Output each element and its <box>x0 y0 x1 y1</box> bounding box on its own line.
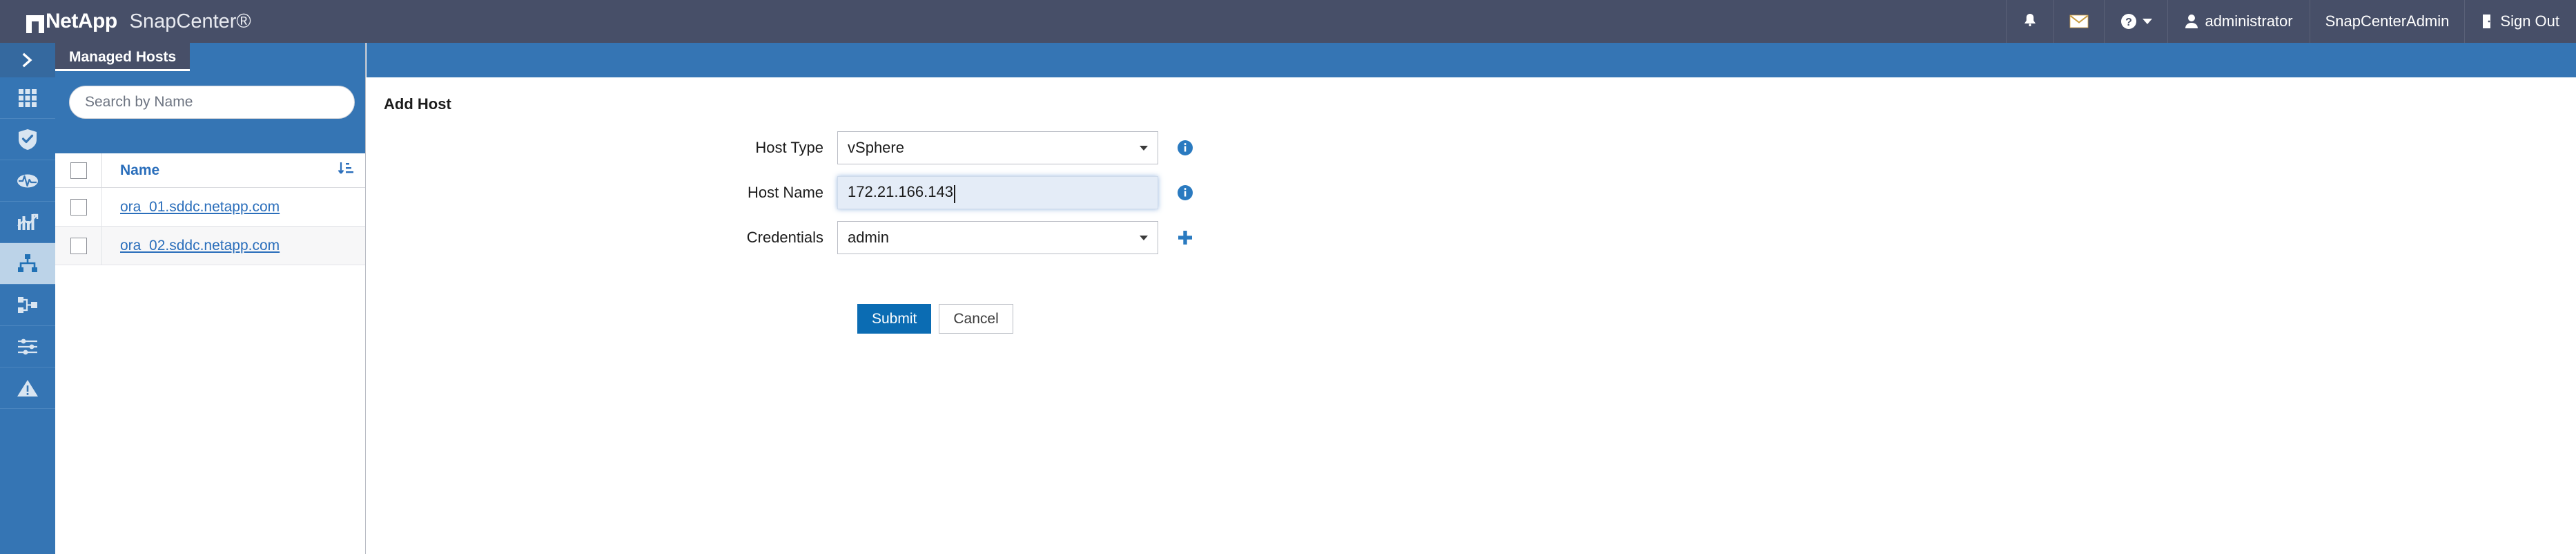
row-checkbox[interactable] <box>70 237 87 254</box>
managed-hosts-table: Name ora_01.sddc.netapp.com ora_02.sddc.… <box>55 153 365 265</box>
top-header: NetApp SnapCenter® ? administrator SnapC… <box>0 0 2576 43</box>
credentials-select[interactable]: admin <box>837 221 1158 254</box>
host-type-row: Host Type vSphere <box>367 131 1195 164</box>
snapcenter-app: NetApp SnapCenter® ? administrator SnapC… <box>0 0 2576 554</box>
host-name-info-icon[interactable] <box>1176 183 1195 202</box>
svg-text:?: ? <box>2126 17 2133 28</box>
managed-hosts-panel: Managed Hosts Name <box>55 43 366 554</box>
sidebar-item-resources[interactable] <box>0 119 55 160</box>
role-label: SnapCenterAdmin <box>2325 12 2450 30</box>
credentials-label: Credentials <box>746 229 824 246</box>
sidebar-item-dashboard[interactable] <box>0 77 55 119</box>
user-icon <box>2185 14 2198 29</box>
help-circle-icon: ? <box>2120 12 2138 30</box>
host-type-label: Host Type <box>755 139 824 156</box>
sort-descending-icon[interactable] <box>338 160 354 180</box>
product-title: SnapCenter® <box>129 10 251 32</box>
row-select-cell[interactable] <box>55 227 102 265</box>
chevron-right-icon <box>19 51 37 69</box>
shield-check-icon <box>17 128 38 151</box>
host-type-value: vSphere <box>848 139 904 156</box>
sidebar-item-storage-systems[interactable] <box>0 285 55 326</box>
sidebar-item-settings[interactable] <box>0 326 55 367</box>
add-host-form: Host Type vSphere Host Name 172.21.166.1 <box>367 131 1195 266</box>
messages-button[interactable] <box>2053 0 2104 43</box>
host-type-info-icon[interactable] <box>1176 138 1195 157</box>
signout-label: Sign Out <box>2500 12 2559 30</box>
tab-strip: Managed Hosts <box>55 43 191 71</box>
user-menu[interactable]: administrator <box>2167 0 2309 43</box>
notifications-button[interactable] <box>2006 0 2053 43</box>
chevron-down-icon <box>1139 145 1148 151</box>
bar-chart-icon <box>17 212 39 233</box>
username-label: administrator <box>2205 12 2293 30</box>
host-name-label: Host Name <box>747 184 824 201</box>
host-name-row: Host Name 172.21.166.143 <box>367 176 1195 209</box>
cancel-button[interactable]: Cancel <box>939 304 1013 334</box>
table-row[interactable]: ora_01.sddc.netapp.com <box>55 188 365 227</box>
sidebar-item-monitor[interactable] <box>0 160 55 202</box>
host-type-select[interactable]: vSphere <box>837 131 1158 164</box>
host-name-value: 172.21.166.143 <box>848 183 953 201</box>
sidebar-rail <box>0 43 55 554</box>
row-checkbox[interactable] <box>70 198 87 216</box>
search-container <box>69 86 355 119</box>
bell-icon <box>2022 12 2038 30</box>
signout-icon <box>2481 14 2494 29</box>
name-column-header[interactable]: Name <box>102 153 365 187</box>
nodes-icon <box>17 296 39 315</box>
host-link[interactable]: ora_01.sddc.netapp.com <box>102 199 280 216</box>
brand-logo[interactable]: NetApp SnapCenter® <box>0 0 251 43</box>
host-name-input[interactable]: 172.21.166.143 <box>837 176 1158 209</box>
search-input[interactable] <box>69 86 355 119</box>
table-header-row: Name <box>55 153 365 188</box>
sidebar-item-alerts[interactable] <box>0 367 55 409</box>
header-actions: ? administrator SnapCenterAdmin Sign Out <box>2006 0 2576 43</box>
chevron-down-icon <box>2143 19 2153 24</box>
hierarchy-icon <box>17 254 39 274</box>
chevron-down-icon <box>1139 235 1148 240</box>
text-caret <box>953 184 955 203</box>
select-all-checkbox[interactable] <box>70 162 87 179</box>
column-header-label: Name <box>120 162 160 178</box>
warning-triangle-icon <box>17 379 39 398</box>
sidebar-item-reports[interactable] <box>0 202 55 243</box>
mail-icon <box>2069 14 2089 29</box>
netapp-logo-icon <box>26 15 44 33</box>
pulse-icon <box>17 171 39 191</box>
page-title: Add Host <box>384 95 451 113</box>
add-host-panel: Add Host Host Type vSphere Host Name 172… <box>367 77 2576 554</box>
add-credential-button[interactable] <box>1176 228 1195 247</box>
table-row[interactable]: ora_02.sddc.netapp.com <box>55 227 365 265</box>
help-button[interactable]: ? <box>2104 0 2167 43</box>
host-link[interactable]: ora_02.sddc.netapp.com <box>102 238 280 254</box>
credentials-value: admin <box>848 229 889 246</box>
main-header-bar <box>367 43 2576 77</box>
tab-managed-hosts[interactable]: Managed Hosts <box>55 43 191 71</box>
credentials-row: Credentials admin <box>367 221 1195 254</box>
sliders-icon <box>17 338 39 356</box>
brand-name: NetApp <box>46 10 117 32</box>
role-label-container[interactable]: SnapCenterAdmin <box>2309 0 2465 43</box>
sidebar-item-expand-panel[interactable] <box>0 43 55 77</box>
sidebar-item-hosts[interactable] <box>0 243 55 285</box>
grid-icon <box>17 88 38 108</box>
form-actions: Submit Cancel <box>857 304 1013 334</box>
submit-button[interactable]: Submit <box>857 304 932 334</box>
signout-button[interactable]: Sign Out <box>2464 0 2576 43</box>
select-all-cell[interactable] <box>55 153 102 187</box>
row-select-cell[interactable] <box>55 188 102 226</box>
